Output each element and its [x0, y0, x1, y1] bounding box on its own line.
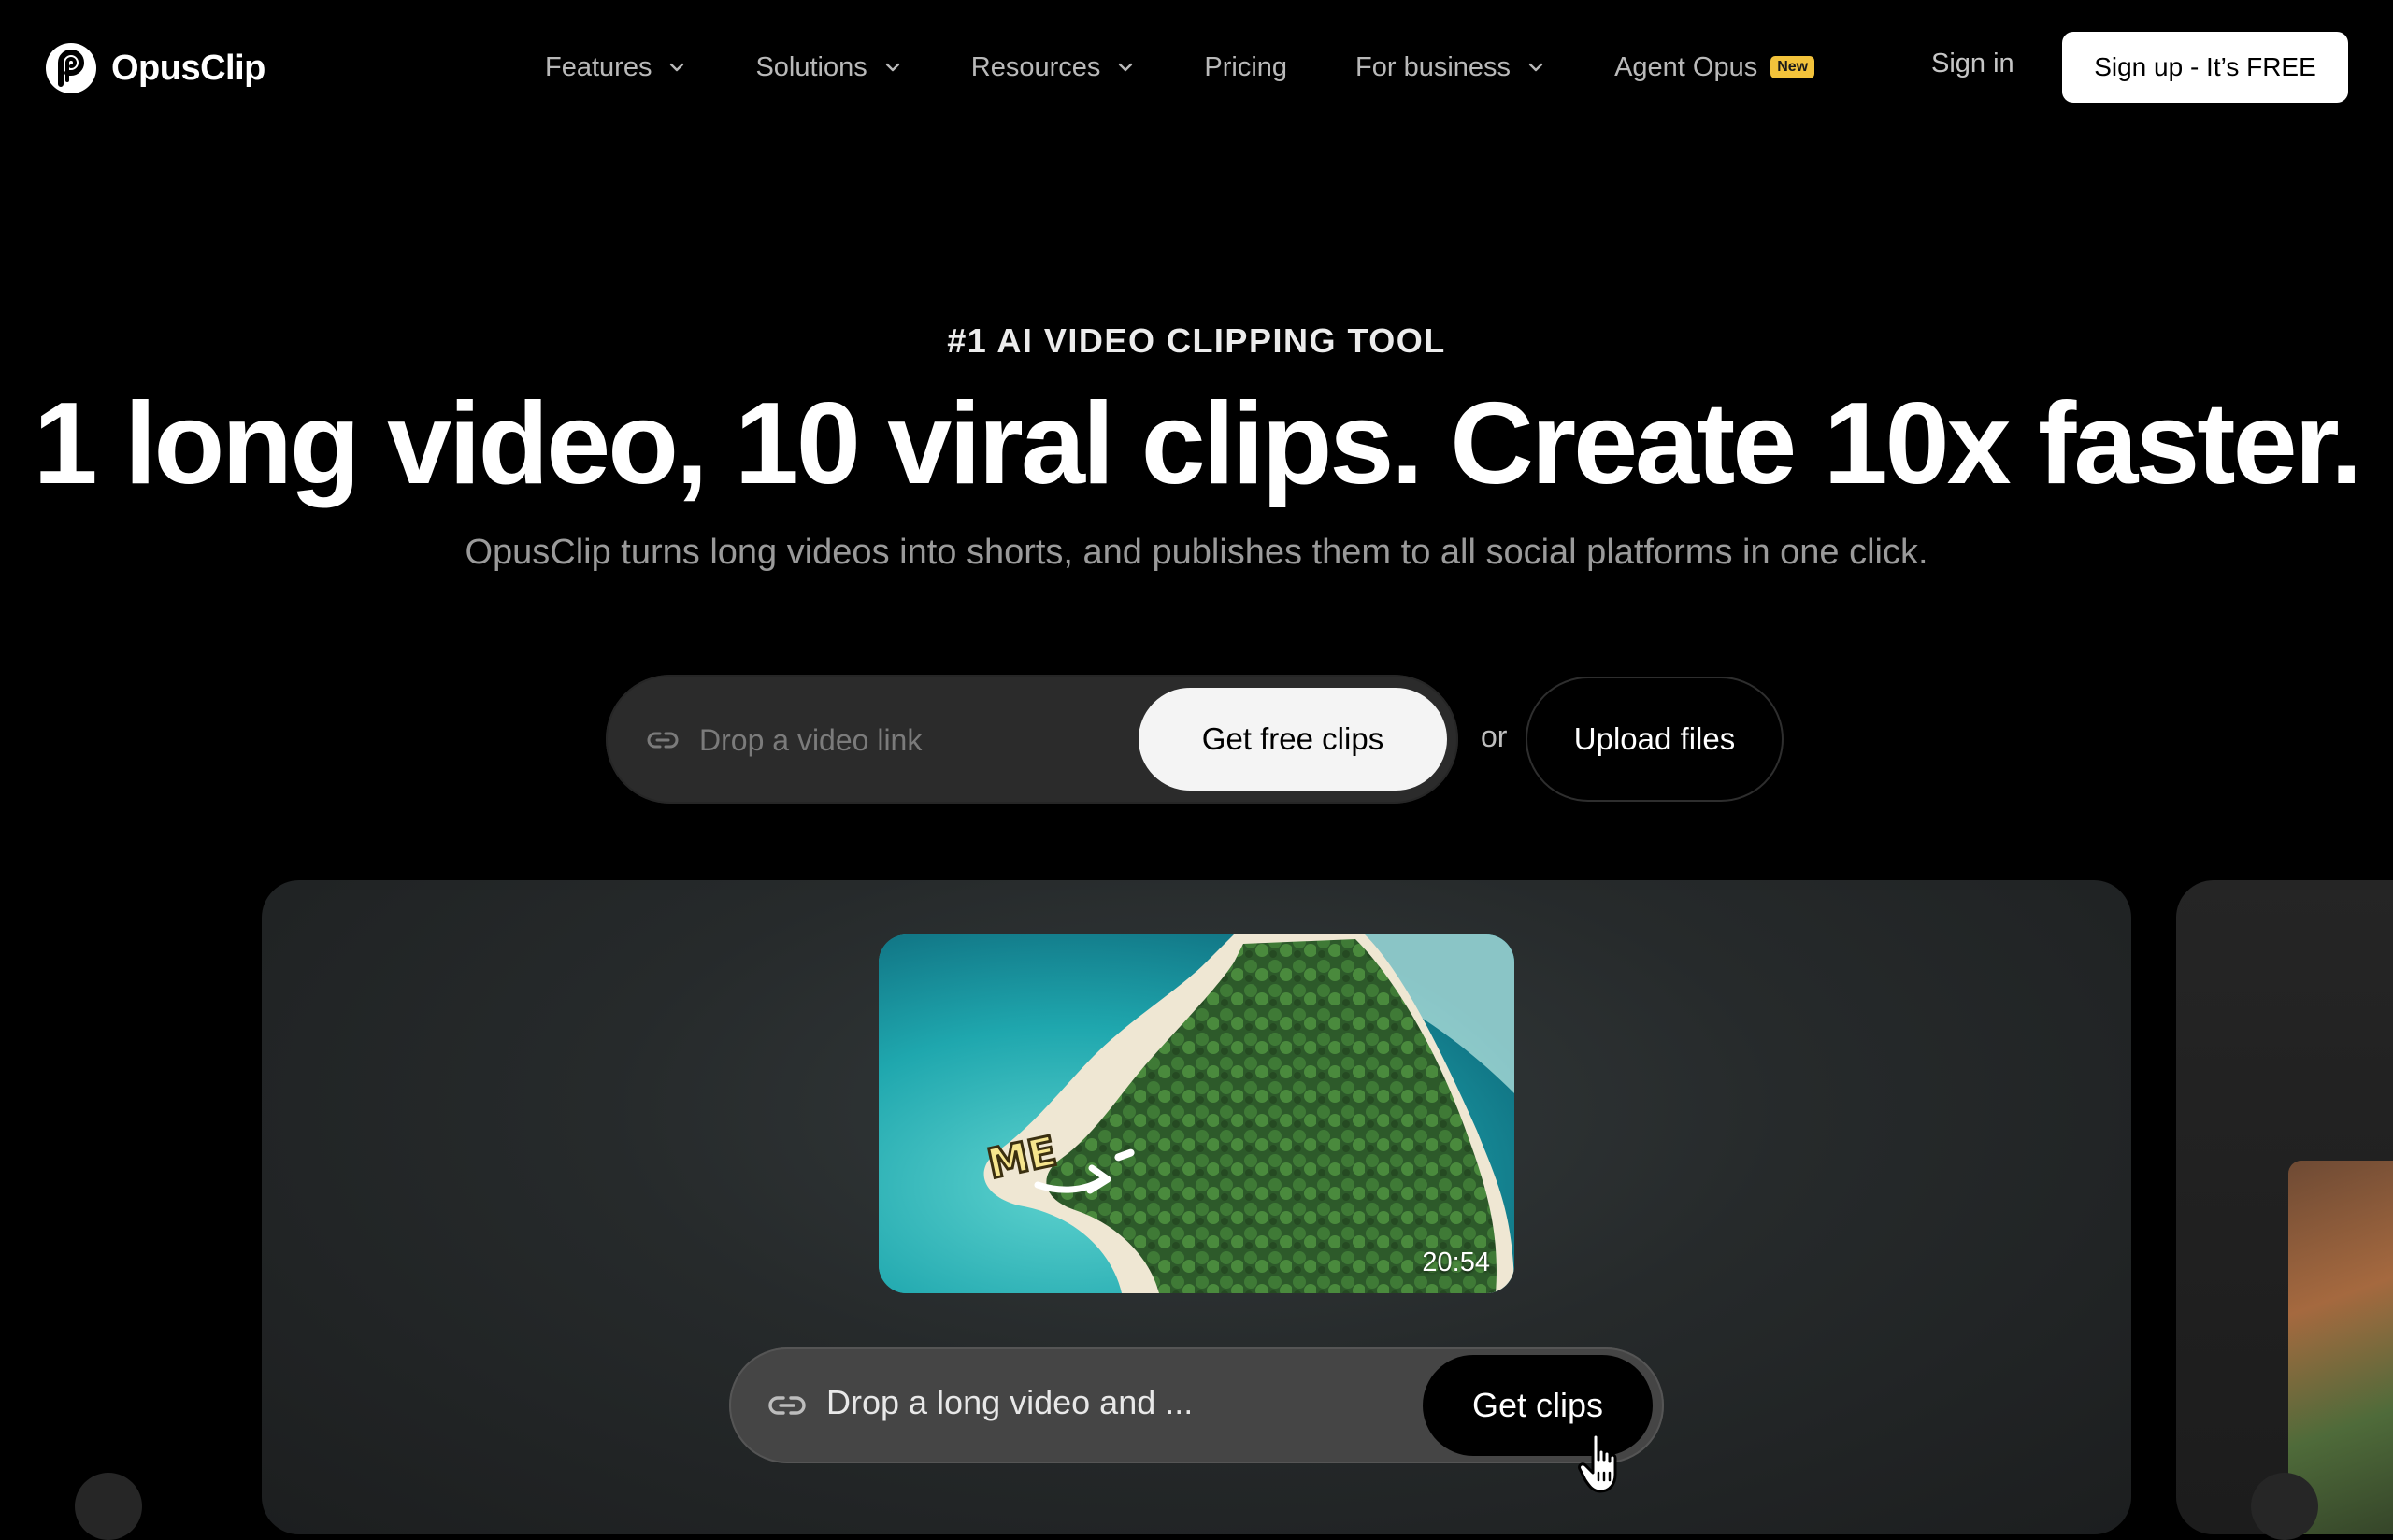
chevron-down-icon [1119, 63, 1133, 72]
logo-link[interactable]: OpusClip [44, 41, 265, 95]
menu-item-label: Pricing [1204, 51, 1288, 82]
hand-pointer-icon [1578, 1433, 1617, 1493]
menu-item-label: Agent Opus [1614, 51, 1758, 82]
menu-item-solutions[interactable]: Solutions [755, 52, 902, 83]
carousel-next-button[interactable] [2251, 1473, 2318, 1540]
main-menu: Features Solutions Resources Pricing For… [545, 0, 1883, 135]
opusclip-logo-icon [46, 43, 96, 93]
sign-in-link[interactable]: Sign in [1931, 49, 2014, 79]
get-free-clips-button[interactable]: Get free clips [1139, 688, 1447, 791]
menu-item-label: Solutions [755, 51, 867, 82]
hero-eyebrow: #1 AI VIDEO CLIPPING TOOL [947, 321, 1446, 360]
hero-subhead: OpusClip turns long videos into shorts, … [465, 533, 1928, 572]
sign-up-button[interactable]: Sign up - It’s FREE [2062, 32, 2348, 103]
menu-item-resources[interactable]: Resources [971, 52, 1137, 83]
demo-input-text[interactable]: Drop a long video and ... [826, 1383, 1193, 1422]
logo-text: OpusClip [111, 48, 265, 88]
next-demo-card[interactable] [2176, 880, 2393, 1534]
link-icon [647, 732, 679, 749]
menu-item-agent-opus[interactable]: Agent Opus New [1614, 51, 1815, 83]
chevron-down-icon [670, 63, 684, 72]
top-navbar: OpusClip Features Solutions Resources Pr… [0, 0, 2393, 135]
menu-item-features[interactable]: Features [545, 52, 687, 83]
hero-headline: 1 long video, 10 viral clips. Create 10x… [33, 379, 2363, 508]
menu-item-pricing[interactable]: Pricing [1204, 52, 1287, 83]
video-duration: 20:54 [1422, 1248, 1490, 1277]
demo-card: ME 20:54 Drop a long video and ... Get c… [262, 880, 2131, 1534]
video-thumbnail[interactable]: ME 20:54 [879, 934, 1514, 1293]
or-separator: or [1481, 720, 1508, 753]
video-link-form: Get free clips [606, 675, 1458, 804]
menu-item-label: Resources [970, 51, 1101, 82]
demo-link-form: Drop a long video and ... Get clips [729, 1348, 1664, 1463]
chevron-down-icon [1528, 63, 1543, 72]
upload-files-button[interactable]: Upload files [1526, 677, 1784, 802]
new-badge: New [1770, 56, 1815, 78]
island-aerial-image: ME [879, 934, 1514, 1293]
chevron-down-icon [885, 63, 899, 72]
menu-item-label: For business [1355, 51, 1512, 82]
menu-item-for-business[interactable]: For business [1355, 52, 1546, 83]
video-link-input[interactable] [697, 706, 1168, 774]
link-icon [768, 1396, 806, 1415]
carousel-prev-button[interactable] [75, 1473, 142, 1540]
menu-item-label: Features [545, 51, 652, 82]
